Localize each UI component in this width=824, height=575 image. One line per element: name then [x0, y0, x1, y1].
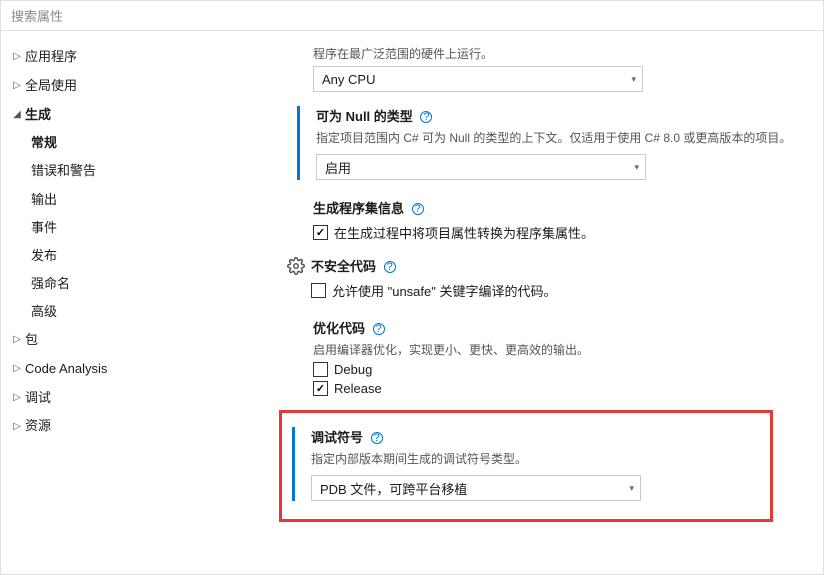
sidebar-item-build[interactable]: ◢ 生成: [7, 101, 195, 130]
chevron-right-icon: ▷: [11, 78, 23, 94]
sidebar-item-label: Code Analysis: [25, 359, 107, 380]
optimize-title: 优化代码: [313, 321, 365, 336]
assembly-checkbox-label: 在生成过程中将项目属性转换为程序集属性。: [334, 223, 594, 242]
nullable-desc: 指定项目范围内 C# 可为 Null 的类型的上下文。仅适用于使用 C# 8.0…: [316, 129, 823, 146]
sidebar-item-debug[interactable]: ▷ 调试: [7, 384, 195, 413]
debugsym-dropdown[interactable]: PDB 文件，可跨平台移植 ▾: [311, 475, 641, 501]
chevron-right-icon: ▷: [11, 419, 23, 435]
sidebar-item-app[interactable]: ▷ 应用程序: [7, 43, 195, 72]
chevron-down-icon: ▾: [634, 162, 639, 173]
nullable-title: 可为 Null 的类型: [316, 109, 413, 124]
platform-target-section: 程序在最广泛范围的硬件上运行。 Any CPU ▾: [213, 45, 823, 92]
assembly-title: 生成程序集信息: [313, 201, 404, 216]
sidebar: ▷ 应用程序 ▷ 全局使用 ◢ 生成 常规 错误和警告 输出 事件 发布 强命名…: [1, 31, 201, 574]
sidebar-item-label: 生成: [25, 105, 51, 126]
dropdown-value: PDB 文件，可跨平台移植: [320, 479, 467, 498]
sidebar-subitem-advanced[interactable]: 高级: [7, 298, 195, 326]
help-icon[interactable]: ?: [412, 203, 424, 215]
optimize-release-label: Release: [334, 381, 382, 396]
sidebar-subitem-general[interactable]: 常规: [7, 129, 195, 157]
debugsym-title: 调试符号: [311, 430, 363, 445]
unsafe-checkbox[interactable]: [311, 283, 326, 298]
sidebar-item-package[interactable]: ▷ 包: [7, 326, 195, 355]
search-placeholder: 搜索属性: [11, 6, 63, 25]
unsafe-title: 不安全代码: [311, 259, 376, 274]
sidebar-item-label: 资源: [25, 416, 51, 437]
assembly-checkbox[interactable]: [313, 225, 328, 240]
sidebar-item-codeanalysis[interactable]: ▷ Code Analysis: [7, 355, 195, 384]
sidebar-subitem-strongname[interactable]: 强命名: [7, 270, 195, 298]
chevron-right-icon: ▷: [11, 390, 23, 406]
debug-symbols-highlight: 调试符号 ? 指定内部版本期间生成的调试符号类型。 PDB 文件，可跨平台移植 …: [279, 410, 773, 522]
sidebar-item-label: 调试: [25, 388, 51, 409]
nullable-dropdown[interactable]: 启用 ▾: [316, 154, 646, 180]
platform-target-desc: 程序在最广泛范围的硬件上运行。: [313, 45, 823, 62]
assembly-info-section: 生成程序集信息 ? 在生成过程中将项目属性转换为程序集属性。: [213, 198, 823, 242]
sidebar-item-label: 全局使用: [25, 76, 77, 97]
optimize-desc: 启用编译器优化，实现更小、更快、更高效的输出。: [313, 341, 823, 358]
sidebar-item-label: 包: [25, 330, 38, 351]
chevron-right-icon: ▷: [11, 361, 23, 377]
unsafe-section: 不安全代码 ? 允许使用 "unsafe" 关键字编译的代码。: [213, 256, 823, 304]
nullable-section: 可为 Null 的类型 ? 指定项目范围内 C# 可为 Null 的类型的上下文…: [297, 106, 823, 180]
platform-target-dropdown[interactable]: Any CPU ▾: [313, 66, 643, 92]
unsafe-checkbox-label: 允许使用 "unsafe" 关键字编译的代码。: [332, 281, 557, 300]
sidebar-subitem-output[interactable]: 输出: [7, 186, 195, 214]
help-icon[interactable]: ?: [371, 432, 383, 444]
help-icon[interactable]: ?: [384, 261, 396, 273]
sidebar-item-global[interactable]: ▷ 全局使用: [7, 72, 195, 101]
chevron-down-icon: ◢: [11, 107, 23, 123]
sidebar-item-label: 应用程序: [25, 47, 77, 68]
gear-icon: [287, 257, 305, 275]
sidebar-subitem-events[interactable]: 事件: [7, 214, 195, 242]
content-area: ▷ 应用程序 ▷ 全局使用 ◢ 生成 常规 错误和警告 输出 事件 发布 强命名…: [1, 31, 823, 574]
help-icon[interactable]: ?: [373, 323, 385, 335]
optimize-debug-label: Debug: [334, 362, 372, 377]
dropdown-value: 启用: [325, 158, 351, 177]
optimize-debug-checkbox[interactable]: [313, 362, 328, 377]
dropdown-value: Any CPU: [322, 72, 375, 87]
settings-pane: 程序在最广泛范围的硬件上运行。 Any CPU ▾ 可为 Null 的类型 ? …: [201, 31, 823, 574]
optimize-section: 优化代码 ? 启用编译器优化，实现更小、更快、更高效的输出。 Debug Rel…: [213, 318, 823, 396]
sidebar-subitem-publish[interactable]: 发布: [7, 242, 195, 270]
sidebar-subitem-errors[interactable]: 错误和警告: [7, 157, 195, 185]
help-icon[interactable]: ?: [420, 111, 432, 123]
debug-symbols-section: 调试符号 ? 指定内部版本期间生成的调试符号类型。 PDB 文件，可跨平台移植 …: [292, 427, 760, 501]
chevron-down-icon: ▾: [631, 74, 636, 85]
chevron-right-icon: ▷: [11, 332, 23, 348]
search-bar[interactable]: 搜索属性: [1, 1, 823, 31]
chevron-down-icon: ▾: [629, 483, 634, 494]
optimize-release-checkbox[interactable]: [313, 381, 328, 396]
debugsym-desc: 指定内部版本期间生成的调试符号类型。: [311, 450, 760, 467]
chevron-right-icon: ▷: [11, 49, 23, 65]
sidebar-item-resource[interactable]: ▷ 资源: [7, 412, 195, 441]
